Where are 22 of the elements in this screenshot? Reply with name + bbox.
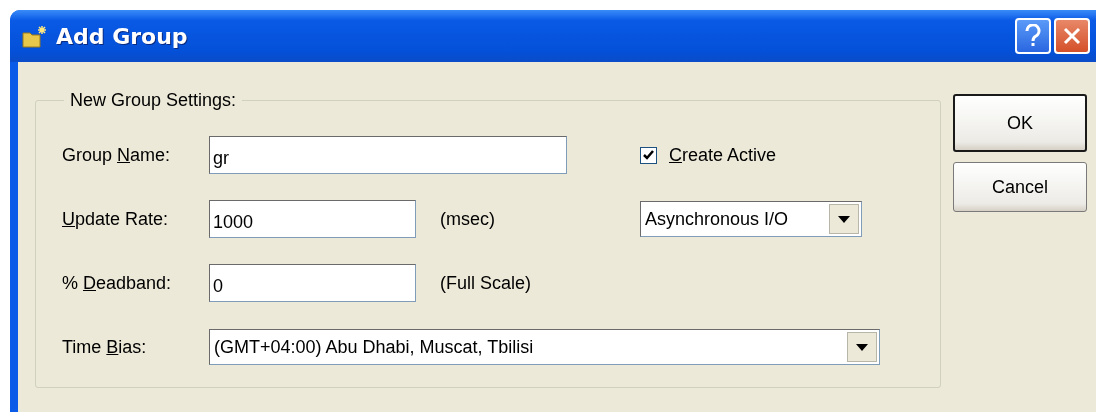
mode-dropdown[interactable]: Asynchronous I/O [640,201,862,237]
close-button[interactable] [1054,18,1090,54]
folder-icon [22,24,48,48]
help-icon [1024,24,1042,48]
help-button[interactable] [1015,18,1051,54]
cancel-button[interactable]: Cancel [953,162,1087,212]
time-bias-dropdown[interactable]: (GMT+04:00) Abu Dhabi, Muscat, Tbilisi [209,329,880,365]
group-box-legend: New Group Settings: [64,90,243,111]
check-icon [643,150,654,160]
window-title: Add Group [56,23,189,49]
create-active-checkbox[interactable]: Create Active [640,144,880,166]
ok-button[interactable]: OK [953,94,1087,152]
unit-label: (Full Scale) [439,272,533,294]
field-label: % Deadband: [62,272,173,294]
field-label: Update Rate: [62,208,170,230]
deadband-field[interactable]: 0 [209,264,416,302]
field-label: Time Bias: [62,336,148,358]
field-label: Group Name: [62,144,172,166]
update-rate-field[interactable]: 1000 [209,200,416,238]
group-name-field[interactable]: gr [209,136,567,174]
unit-label: (msec) [439,208,496,230]
close-icon [1063,27,1081,45]
